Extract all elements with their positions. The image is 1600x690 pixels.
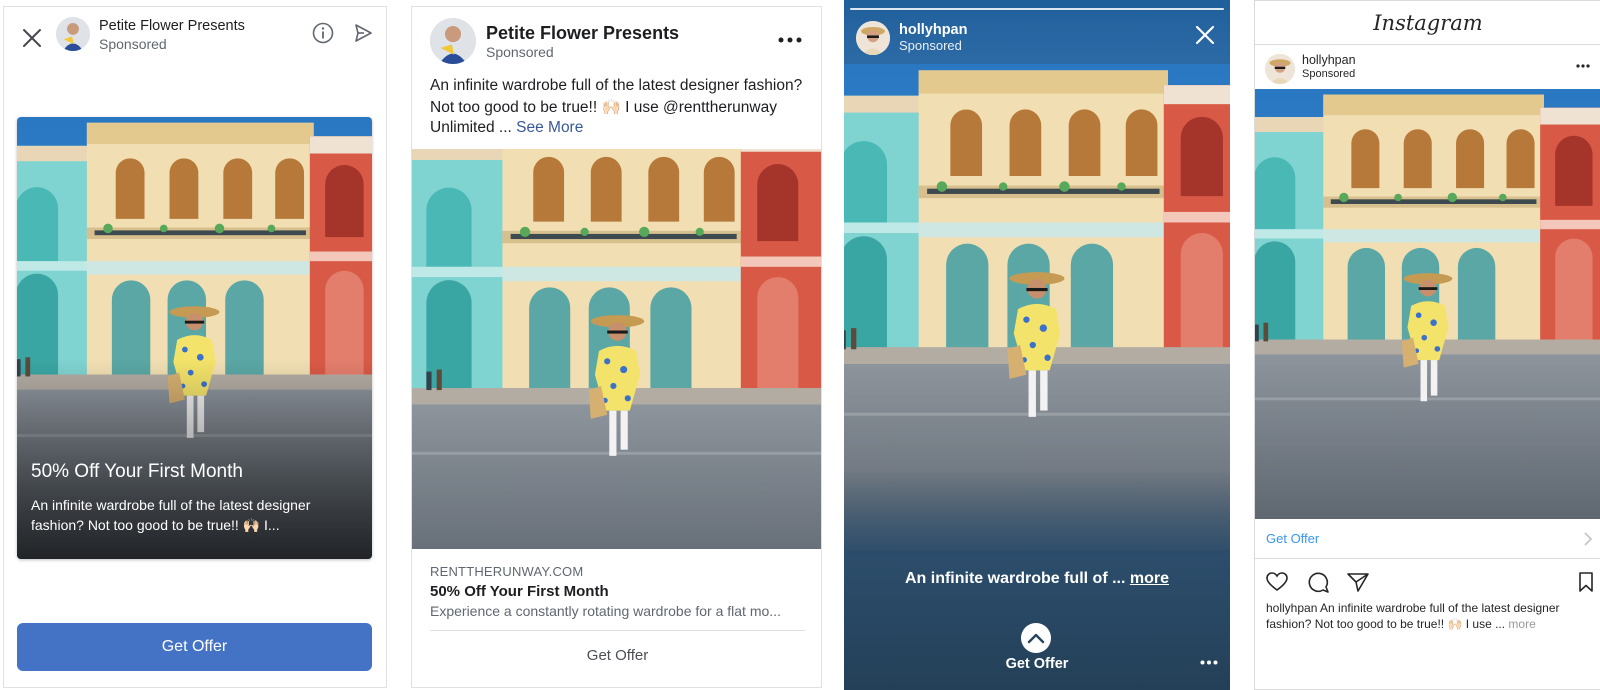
swipe-up-icon[interactable] xyxy=(1021,623,1051,653)
caption-text: fashion? Not too good to be true!! 🙌🏻 I … xyxy=(1266,617,1509,631)
share-icon[interactable] xyxy=(1346,571,1370,593)
caption-text: An infinite wardrobe full of the latest … xyxy=(1317,601,1560,615)
advertiser-name[interactable]: Petite Flower Presents xyxy=(99,18,245,34)
username[interactable]: hollyhpan xyxy=(899,22,967,38)
username[interactable]: hollyhpan xyxy=(1302,53,1356,67)
info-icon[interactable] xyxy=(311,21,335,45)
send-icon[interactable] xyxy=(351,21,375,45)
post-text-line: An infinite wardrobe full of the latest … xyxy=(430,77,803,94)
divider xyxy=(430,630,805,631)
post-text-line: Not too good to be true!! 🙌🏻 I use @rent… xyxy=(430,99,777,116)
sponsored-label: Sponsored xyxy=(486,44,554,60)
more-icon[interactable] xyxy=(777,33,803,47)
divider xyxy=(1255,44,1600,45)
get-offer-button[interactable]: Get Offer xyxy=(17,623,372,671)
ad-body-line: An infinite wardrobe full of the latest … xyxy=(31,497,311,513)
bookmark-icon[interactable] xyxy=(1577,571,1595,593)
heart-icon[interactable] xyxy=(1265,571,1289,593)
post-text-truncated: Unlimited ... xyxy=(430,119,517,136)
more-icon[interactable] xyxy=(1575,63,1591,69)
ad-image-card[interactable]: 50% Off Your First Month An infinite war… xyxy=(17,117,372,559)
more-link[interactable]: more xyxy=(1130,570,1169,587)
close-icon[interactable] xyxy=(17,23,47,53)
instagram-feed-ad: Instagram hollyhpan Sponsored Get Offer … xyxy=(1254,0,1600,690)
facebook-collection-ad: Petite Flower Presents Sponsored 50% Off… xyxy=(3,6,387,688)
ad-body-line: fashion? Not too good to be true!! 🙌🏻 I.… xyxy=(31,517,280,533)
ad-image[interactable] xyxy=(412,149,821,549)
instagram-logo: Instagram xyxy=(1373,11,1483,35)
divider xyxy=(1255,558,1600,559)
avatar[interactable] xyxy=(430,18,476,64)
story-caption: An infinite wardrobe full of ... more xyxy=(844,570,1230,588)
link-description: Experience a constantly rotating wardrob… xyxy=(430,603,781,619)
ad-headline: 50% Off Your First Month xyxy=(31,461,243,482)
avatar[interactable] xyxy=(1265,54,1295,84)
chevron-right-icon[interactable] xyxy=(1580,530,1596,548)
post-caption-line: fashion? Not too good to be true!! 🙌🏻 I … xyxy=(1266,617,1536,631)
advertiser-name[interactable]: Petite Flower Presents xyxy=(486,23,679,44)
instagram-story-ad: hollyhpan Sponsored An infinite wardrobe… xyxy=(844,0,1230,690)
avatar[interactable] xyxy=(856,21,890,55)
sponsored-label: Sponsored xyxy=(1302,68,1356,80)
sponsored-label: Sponsored xyxy=(99,36,167,52)
post-image[interactable] xyxy=(1255,89,1600,519)
get-offer-button[interactable]: Get Offer xyxy=(412,647,821,664)
post-caption-line: hollyhpan An infinite wardrobe full of t… xyxy=(1266,601,1560,615)
link-domain[interactable]: RENTTHERUNWAY.COM xyxy=(430,564,583,579)
avatar[interactable] xyxy=(56,17,90,51)
story-progress-bar xyxy=(850,8,1224,10)
comment-icon[interactable] xyxy=(1306,571,1330,593)
more-icon[interactable] xyxy=(1199,658,1219,666)
link-headline[interactable]: 50% Off Your First Month xyxy=(430,583,609,600)
see-more-link[interactable]: See More xyxy=(516,119,583,136)
sponsored-label: Sponsored xyxy=(899,38,962,53)
caption-text: An infinite wardrobe full of ... xyxy=(904,570,1130,587)
more-link[interactable]: more xyxy=(1508,617,1535,631)
post-text-line: Unlimited ... See More xyxy=(430,119,583,137)
get-offer-link[interactable]: Get Offer xyxy=(1266,531,1319,546)
caption-username[interactable]: hollyhpan xyxy=(1266,601,1317,615)
close-icon[interactable] xyxy=(1194,24,1216,46)
get-offer-button[interactable]: Get Offer xyxy=(844,656,1230,672)
facebook-feed-ad: Petite Flower Presents Sponsored An infi… xyxy=(411,6,822,688)
